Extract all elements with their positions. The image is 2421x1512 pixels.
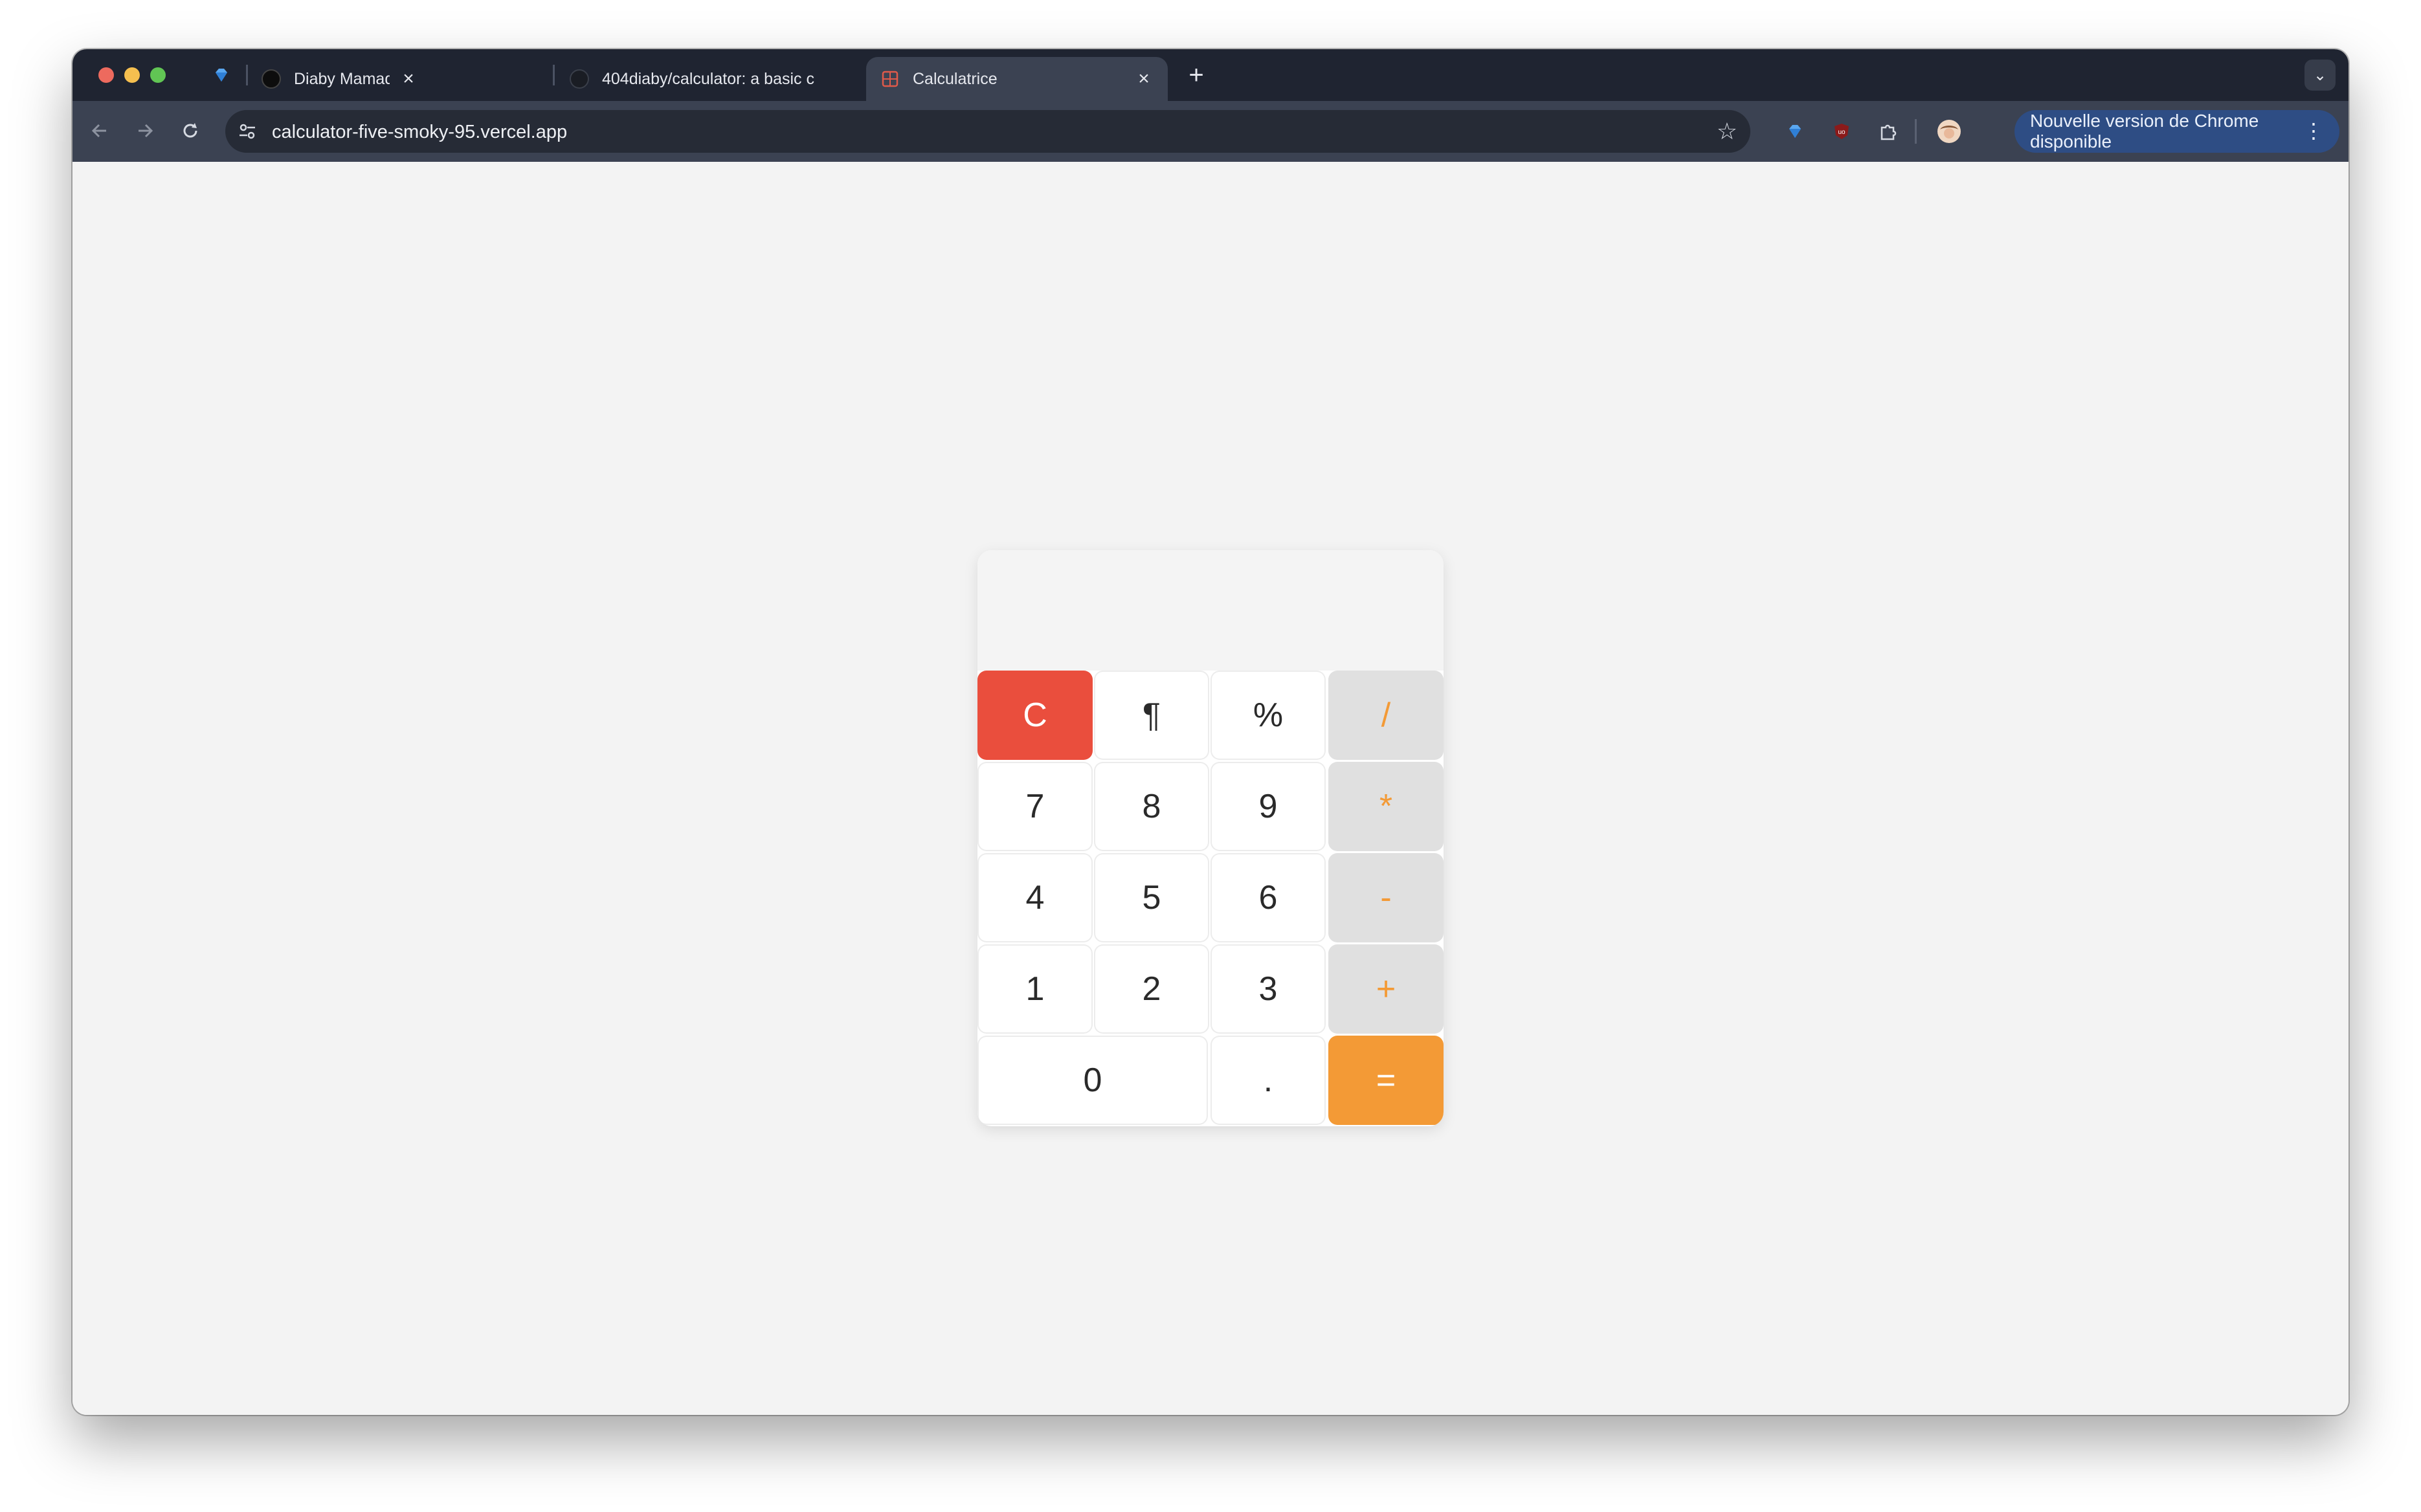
digit-6-button[interactable]: 6 [1210,853,1326,942]
github-icon [570,69,589,89]
tab-title: Diaby Mamadou - Portfolio [294,69,390,88]
multiply-button[interactable]: * [1328,762,1444,851]
forward-arrow-icon [139,124,153,138]
forward-button[interactable] [129,115,161,146]
calculator-display [977,550,1444,671]
equals-button[interactable]: = [1328,1036,1444,1125]
back-button[interactable] [84,115,115,146]
decimal-button[interactable]: . [1210,1036,1326,1125]
calculator: C ¶ % / 7 8 9 * 4 5 6 - 1 2 3 + 0 . = [977,550,1444,1126]
percent-button[interactable]: % [1210,671,1326,760]
divide-button[interactable]: / [1328,671,1444,760]
tab-strip: Diaby Mamadou - Portfolio × 404diaby/cal… [73,49,2348,101]
svg-text:uo: uo [1838,129,1846,136]
digit-5-button[interactable]: 5 [1094,853,1209,942]
digit-4-button[interactable]: 4 [977,853,1093,942]
digit-3-button[interactable]: 3 [1210,944,1326,1034]
extensions-puzzle-icon[interactable] [1872,115,1904,148]
digit-2-button[interactable]: 2 [1094,944,1209,1034]
tab-calculatrice[interactable]: Calculatrice × [866,57,1168,101]
back-arrow-icon [91,124,106,138]
page-content: C ¶ % / 7 8 9 * 4 5 6 - 1 2 3 + 0 . = [73,162,2348,1415]
tab-search-button[interactable]: ⌄ [2304,60,2336,91]
bookmark-star-icon[interactable]: ☆ [1717,118,1737,145]
site-settings-icon[interactable] [236,120,259,143]
digit-0-button[interactable]: 0 [977,1036,1208,1125]
browser-toolbar: calculator-five-smoky-95.vercel.app ☆ uo [73,101,2348,162]
add-button[interactable]: + [1328,944,1444,1034]
address-url[interactable]: calculator-five-smoky-95.vercel.app [272,122,567,143]
chrome-update-button[interactable]: Nouvelle version de Chrome disponible ⋮ [2014,110,2339,153]
minimize-window-button[interactable] [124,67,140,83]
digit-1-button[interactable]: 1 [977,944,1093,1034]
reload-icon [183,123,197,138]
digit-9-button[interactable]: 9 [1210,762,1326,851]
gem-extension-icon[interactable] [1779,115,1811,148]
update-label: Nouvelle version de Chrome disponible [2030,111,2259,151]
calculator-icon [880,69,900,89]
tab-title: 404diaby/calculator: a basic c [602,69,814,88]
portfolio-icon [262,69,281,89]
ublock-extension-icon[interactable]: uo [1825,115,1858,148]
close-tab-icon[interactable]: × [1134,68,1154,90]
pinned-tab[interactable] [202,60,241,91]
subtract-button[interactable]: - [1328,853,1444,942]
clear-button[interactable]: C [977,671,1093,760]
profile-avatar[interactable] [1933,115,1965,148]
tab-portfolio[interactable]: Diaby Mamadou - Portfolio × [247,57,432,101]
tab-title: Calculatrice [913,69,998,88]
address-bar[interactable]: calculator-five-smoky-95.vercel.app ☆ [225,110,1750,153]
digit-7-button[interactable]: 7 [977,762,1093,851]
tab-separator [553,65,555,85]
zoom-window-button[interactable] [150,67,166,83]
gem-icon [216,69,227,82]
close-tab-icon[interactable]: × [399,68,418,90]
browser-window: Diaby Mamadou - Portfolio × 404diaby/cal… [73,49,2348,1415]
reload-button[interactable] [175,115,206,146]
new-tab-button[interactable]: + [1181,60,1212,91]
toolbar-separator [1915,119,1917,144]
digit-8-button[interactable]: 8 [1094,762,1209,851]
pilcrow-button[interactable]: ¶ [1094,671,1209,760]
close-window-button[interactable] [98,67,114,83]
menu-dots-icon[interactable]: ⋮ [2303,120,2324,141]
